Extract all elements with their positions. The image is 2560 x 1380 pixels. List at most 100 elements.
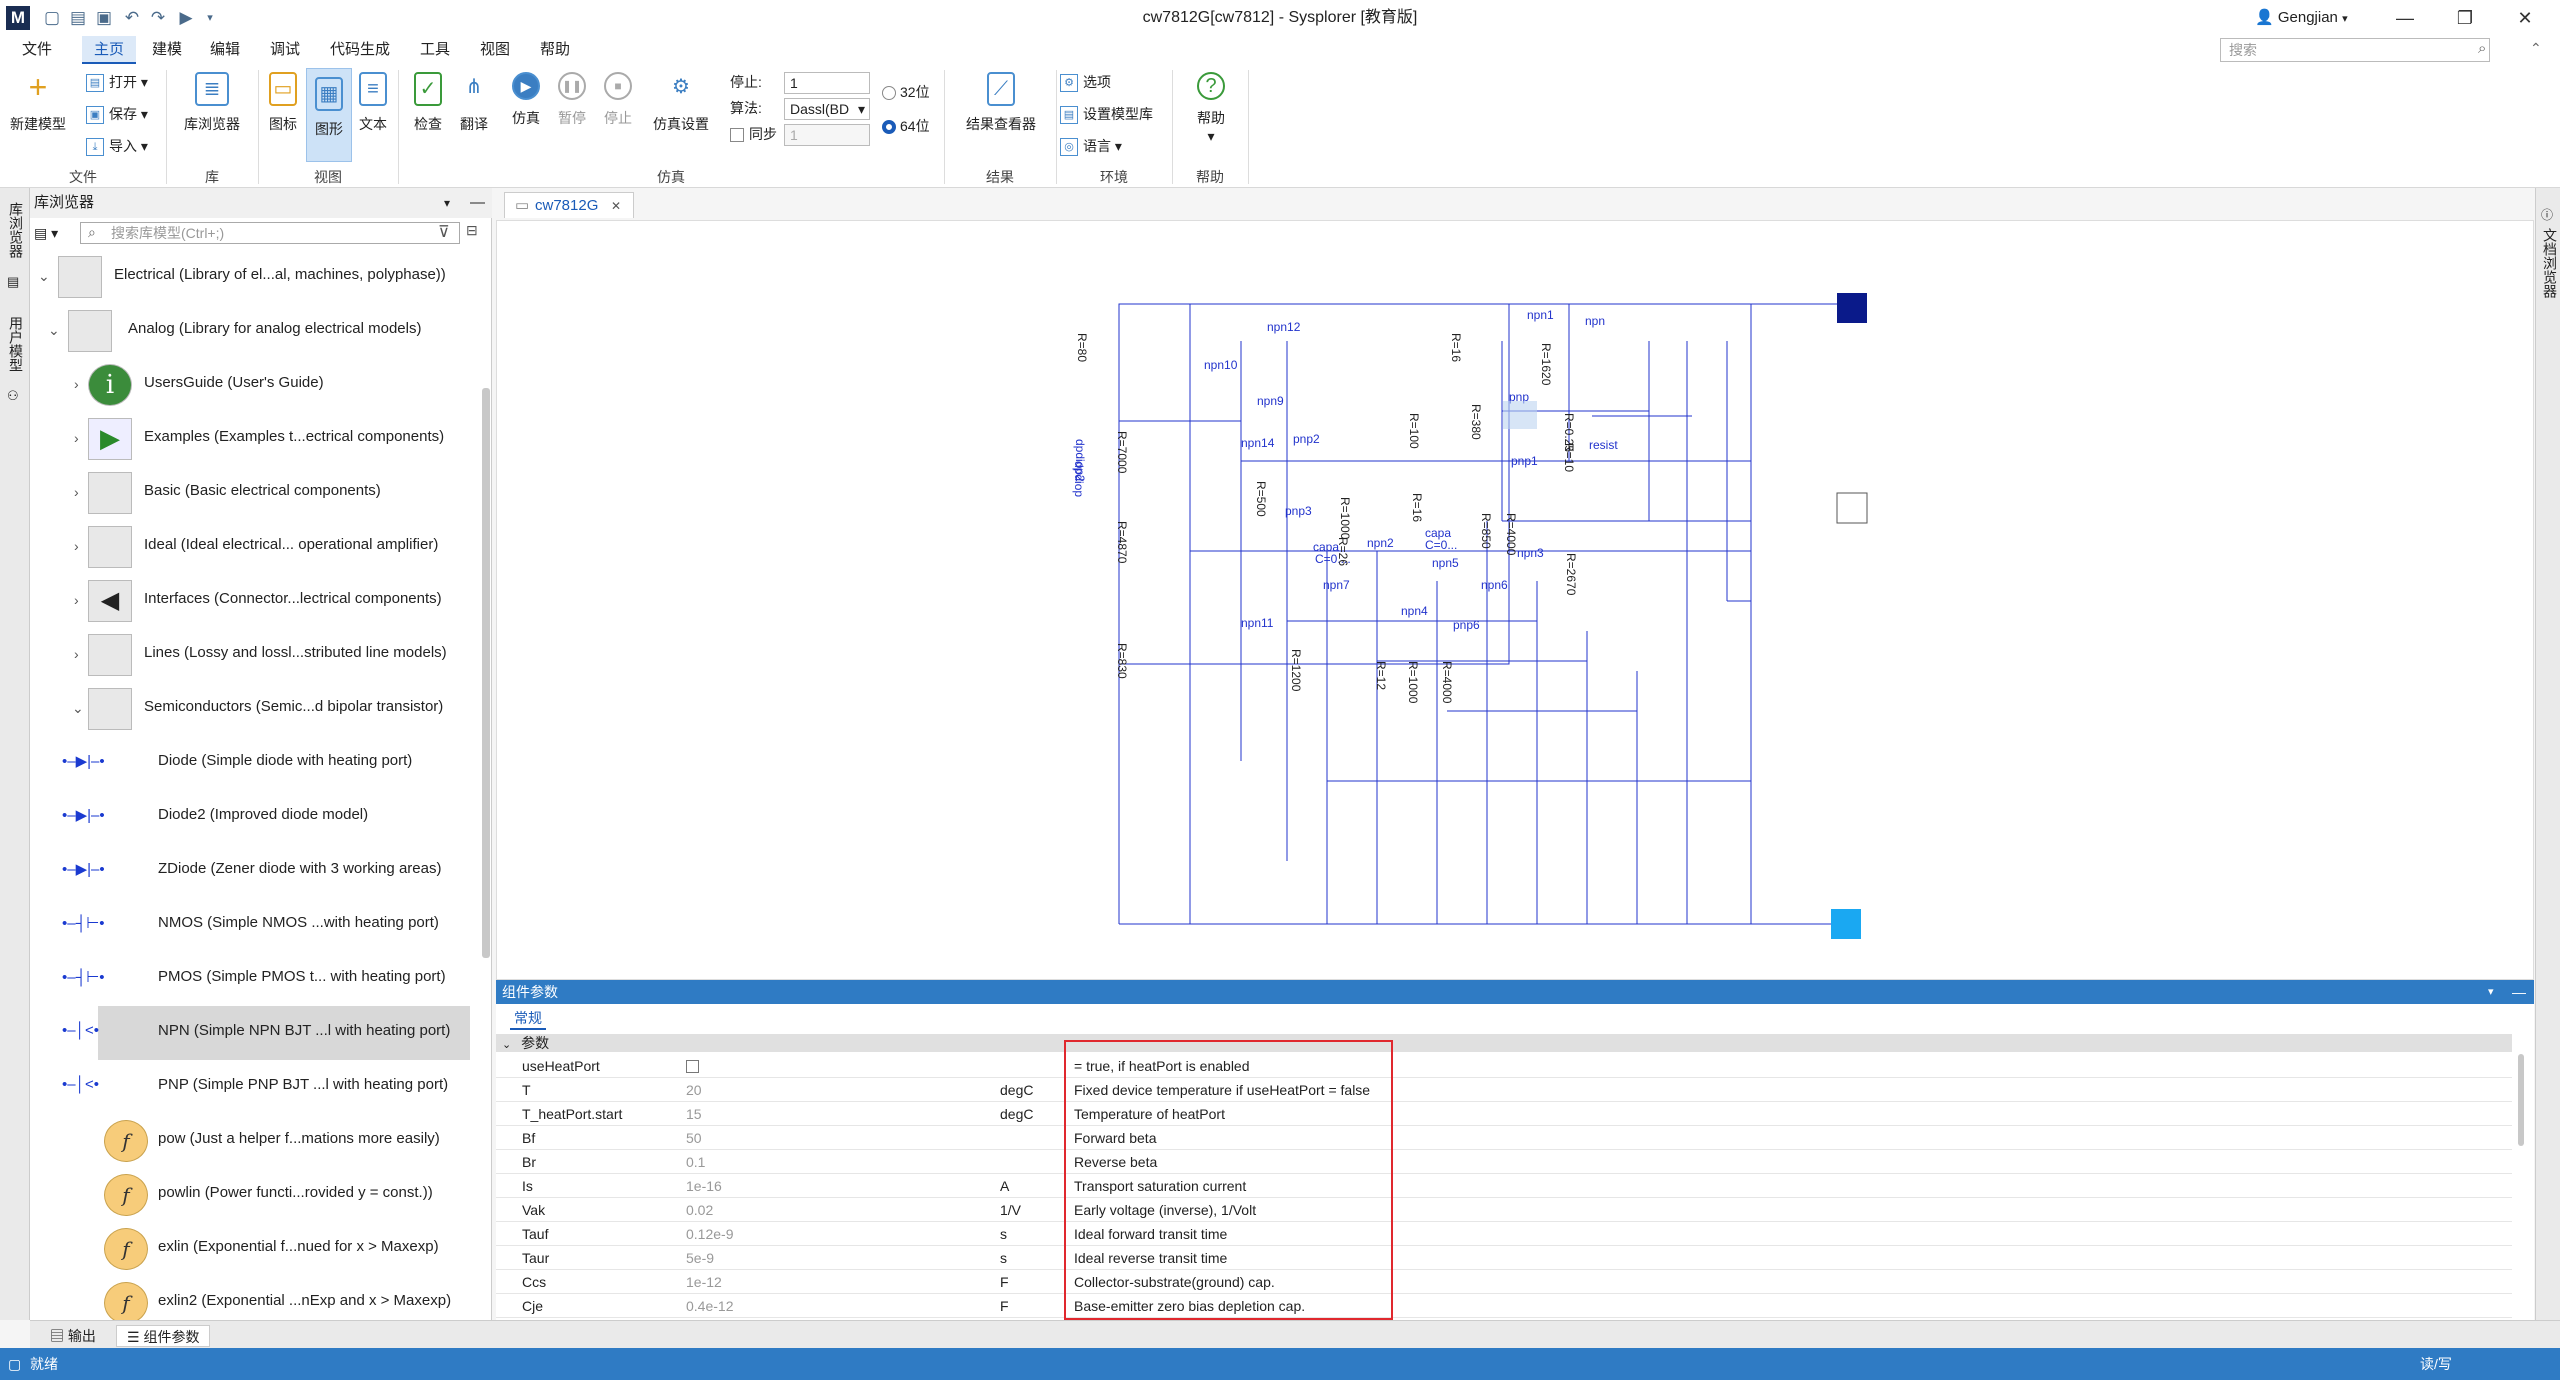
param-row[interactable]: useHeatPort = true, if heatPort is enable…	[496, 1054, 2512, 1078]
param-value-input[interactable]: 0.4e-12	[686, 1294, 733, 1318]
tree-item-analog[interactable]: ⌄ Analog (Library for analog electrical m…	[30, 304, 470, 358]
param-row[interactable]: Vak 0.02 1/V Early voltage (inverse), 1/Vol…	[496, 1198, 2512, 1222]
dropdown-icon[interactable]: ▾	[444, 188, 450, 218]
tree-item-lines[interactable]: › Lines (Lossy and lossl...stributed line…	[30, 628, 470, 682]
tree-item-interfaces[interactable]: › ◀ Interfaces (Connector...lectrical comp…	[30, 574, 470, 628]
import-button[interactable]: ⤓ 导入 ▾	[86, 134, 148, 158]
minimize-button[interactable]: —	[2380, 0, 2430, 36]
tab-output[interactable]: ▤ 输出	[40, 1325, 106, 1347]
tab-cw7812g[interactable]: ▭ cw7812G ✕	[504, 192, 634, 218]
chevron-right-icon[interactable]: ›	[74, 646, 79, 662]
tree-item-basic[interactable]: › Basic (Basic electrical components)	[30, 466, 470, 520]
menu-home[interactable]: 主页	[82, 36, 137, 64]
tab-doc-browser[interactable]: 文档浏览器	[2540, 228, 2560, 298]
open-folder-icon[interactable]: ▤	[68, 8, 88, 28]
bit64-radio[interactable]: 64位	[882, 114, 930, 138]
tree-item-semiconductors[interactable]: ⌄ Semiconductors (Semic...d bipolar trans…	[30, 682, 470, 736]
menu-modeling[interactable]: 建模	[140, 36, 194, 64]
sim-setup-button[interactable]: ⚙ 仿真设置	[646, 64, 716, 134]
options-button[interactable]: ⚙ 选项	[1060, 70, 1111, 94]
quick-access-dropdown-icon[interactable]: ▾	[200, 8, 220, 28]
stop-time-input[interactable]: 1	[784, 72, 870, 94]
param-value-input[interactable]: 1e-12	[686, 1270, 722, 1294]
menu-debug[interactable]: 调试	[258, 36, 312, 64]
bit32-radio[interactable]: 32位	[882, 80, 930, 104]
tree-item-pmos[interactable]: •–┤⊢• PMOS (Simple PMOS t... with heating…	[30, 952, 470, 1006]
param-value-input[interactable]: 0.1	[686, 1150, 705, 1174]
save-button[interactable]: ▣ 保存 ▾	[86, 102, 148, 126]
collapse-ribbon-icon[interactable]: ⌃	[2530, 40, 2542, 57]
result-viewer-button[interactable]: ⟋ 结果查看器	[956, 64, 1046, 134]
tree-item-exlin[interactable]: f exlin (Exponential f...nued for x > Max…	[30, 1222, 470, 1276]
tree-item-pow[interactable]: f pow (Just a helper f...mations more eas…	[30, 1114, 470, 1168]
menu-file[interactable]: 文件	[10, 36, 64, 64]
ground-port[interactable]	[1831, 909, 1861, 939]
param-row[interactable]: Bf 50 Forward beta	[496, 1126, 2512, 1150]
tree-item-examples[interactable]: › ▶ Examples (Examples t...ectrical compon…	[30, 412, 470, 466]
param-row[interactable]: Taur 5e-9 s Ideal reverse transit time	[496, 1246, 2512, 1270]
circuit-diagram[interactable]: npn12npn1 npnnpn10npn9 pnpnpn14 pnp2pnp1pnp…	[497, 221, 2535, 981]
search-icon[interactable]: ⌕	[2478, 40, 2486, 57]
menu-tools[interactable]: 工具	[408, 36, 462, 64]
param-row[interactable]: Br 0.1 Reverse beta	[496, 1150, 2512, 1174]
language-button[interactable]: ◎ 语言 ▾	[1060, 134, 1122, 158]
selected-component[interactable]	[1503, 401, 1537, 429]
params-scrollbar[interactable]	[2518, 1054, 2524, 1146]
library-search-input[interactable]: 搜索库模型(Ctrl+;)	[80, 222, 460, 244]
filter-icon[interactable]: ⊽	[438, 222, 450, 242]
diagram-canvas[interactable]: npn12 npn1 npn npn10 npn9 pnp npn14 pnp2 pnp1 pnp…	[496, 220, 2534, 980]
param-row[interactable]: Ccs 1e-12 F Collector-substrate(ground) cap…	[496, 1270, 2512, 1294]
set-model-lib-button[interactable]: ▤ 设置模型库	[1060, 102, 1153, 126]
param-value-input[interactable]: 1e-16	[686, 1174, 722, 1198]
simulate-button[interactable]: ▶ 仿真	[504, 64, 548, 128]
menu-codegen[interactable]: 代码生成	[318, 36, 402, 64]
menu-view[interactable]: 视图	[468, 36, 522, 64]
param-value-input[interactable]: 50	[686, 1126, 702, 1150]
close-icon[interactable]: ✕	[611, 193, 621, 219]
tree-item-ideal[interactable]: › Ideal (Ideal electrical... operational …	[30, 520, 470, 574]
param-value-input[interactable]: 15	[686, 1102, 702, 1126]
chevron-right-icon[interactable]: ›	[74, 430, 79, 446]
param-row[interactable]: T_heatPort.start 15 degC Temperature of hea…	[496, 1102, 2512, 1126]
help-button[interactable]: ? 帮助 ▾	[1182, 64, 1240, 145]
param-value-input[interactable]: 0.02	[686, 1198, 713, 1222]
view-mode-icon[interactable]: ▤ ▾	[34, 222, 74, 244]
chevron-right-icon[interactable]: ›	[74, 484, 79, 500]
param-value-input[interactable]: 5e-9	[686, 1246, 714, 1270]
tree-item-diode[interactable]: •–▶|–• Diode (Simple diode with heating p…	[30, 736, 470, 790]
icon-view-button[interactable]: ▭ 图标	[262, 64, 304, 134]
param-row[interactable]: Cje 0.4e-12 F Base-emitter zero bias deplet…	[496, 1294, 2512, 1318]
maximize-button[interactable]: ❐	[2440, 0, 2490, 36]
param-value-input[interactable]: 20	[686, 1078, 702, 1102]
stop-button[interactable]: ■ 停止	[596, 64, 640, 128]
save-icon[interactable]: ▣	[94, 8, 114, 28]
chevron-down-icon[interactable]: ⌄	[38, 268, 50, 285]
tab-library-browser[interactable]: 库浏览器	[6, 202, 26, 258]
param-row[interactable]: Tauf 0.12e-9 s Ideal forward transit time	[496, 1222, 2512, 1246]
param-row[interactable]: Is 1e-16 A Transport saturation current	[496, 1174, 2512, 1198]
collapse-all-icon[interactable]: ⊟	[466, 222, 478, 239]
tree-item-usersguide[interactable]: › i UsersGuide (User's Guide)	[30, 358, 470, 412]
tree-item-pnp[interactable]: •–│<• PNP (Simple PNP BJT ...l with heati…	[30, 1060, 470, 1114]
user-menu[interactable]: 👤 Gengjian ▾	[2255, 0, 2348, 37]
sync-input[interactable]: 1	[784, 124, 870, 146]
diagram-view-button[interactable]: ▦ 图形	[306, 68, 352, 162]
library-browser-button[interactable]: ≣ 库浏览器	[180, 64, 244, 134]
chevron-right-icon[interactable]: ›	[74, 538, 79, 554]
tree-item-npn[interactable]: •–│<• NPN (Simple NPN BJT ...l with heati…	[62, 1006, 470, 1060]
dropdown-icon[interactable]: ▾	[2488, 980, 2494, 1004]
algorithm-select[interactable]: Dassl(BD ▾	[784, 98, 870, 120]
tab-general[interactable]: 常规	[510, 1008, 546, 1030]
tree-item-diode2[interactable]: •–▶|–• Diode2 (Improved diode model)	[30, 790, 470, 844]
tab-user-models[interactable]: 用户模型	[6, 316, 26, 372]
minimize-panel-icon[interactable]: —	[2512, 980, 2526, 1004]
text-view-button[interactable]: ≡ 文本	[352, 64, 394, 134]
new-model-button[interactable]: + 新建模型	[10, 64, 66, 134]
tree-item-zdiode[interactable]: •–▶|–• ZDiode (Zener diode with 3 working…	[30, 844, 470, 898]
new-file-icon[interactable]: ▢	[42, 8, 62, 28]
chevron-down-icon[interactable]: ⌄	[72, 700, 84, 717]
translate-button[interactable]: ⋔ 翻译	[452, 64, 496, 134]
tree-item-electrical[interactable]: ⌄ Electrical (Library of el...al, machine…	[30, 250, 470, 304]
chevron-down-icon[interactable]: ⌄	[48, 322, 60, 339]
undo-icon[interactable]: ↶	[122, 8, 142, 28]
